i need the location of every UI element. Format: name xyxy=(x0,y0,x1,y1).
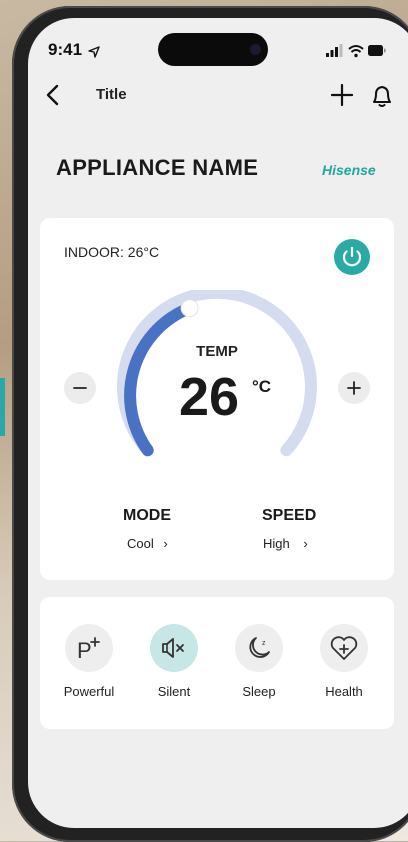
feature-powerful-button[interactable]: P xyxy=(65,624,113,672)
svg-text:z: z xyxy=(262,640,266,647)
svg-text:P: P xyxy=(77,638,92,663)
location-arrow-icon xyxy=(88,46,100,58)
chevron-right-icon: › xyxy=(163,536,168,551)
power-boost-icon: P xyxy=(77,637,100,663)
status-time: 9:41 xyxy=(48,40,83,59)
status-icons xyxy=(326,44,386,58)
bell-icon[interactable] xyxy=(371,84,393,108)
mode-label: MODE xyxy=(123,507,171,524)
decrease-temp-button[interactable] xyxy=(64,372,96,404)
background-accent xyxy=(0,378,5,436)
heart-plus-icon xyxy=(330,636,358,660)
feature-health-button[interactable] xyxy=(320,624,368,672)
indoor-temperature: INDOOR: 26°C xyxy=(64,244,160,260)
speaker-mute-icon xyxy=(162,638,184,658)
page-title: Title xyxy=(96,86,127,103)
increase-temp-button[interactable] xyxy=(338,372,370,404)
speed-selector[interactable]: High › xyxy=(263,536,308,551)
add-icon[interactable] xyxy=(331,84,353,106)
wifi-icon xyxy=(348,45,364,58)
camera-dot xyxy=(250,44,261,55)
mode-selector[interactable]: Cool › xyxy=(127,536,168,551)
feature-silent-button[interactable] xyxy=(150,624,198,672)
chevron-right-icon: › xyxy=(303,536,308,551)
battery-icon xyxy=(368,45,386,56)
back-icon[interactable] xyxy=(44,84,62,106)
speed-label: SPEED xyxy=(262,507,317,524)
temp-unit: °C xyxy=(252,377,272,396)
speed-value: High xyxy=(263,536,290,551)
power-button[interactable] xyxy=(334,239,370,275)
brand-logo: Hisense xyxy=(322,162,376,178)
mode-value: Cool xyxy=(127,536,154,551)
feature-label-sleep: Sleep xyxy=(242,684,276,699)
feature-sleep-button[interactable]: z xyxy=(235,624,283,672)
plus-icon xyxy=(347,381,361,395)
feature-label-health: Health xyxy=(325,684,363,699)
feature-label-silent: Silent xyxy=(157,684,191,699)
dial-handle xyxy=(180,299,199,318)
signal-icon xyxy=(326,44,343,57)
feature-label-powerful: Powerful xyxy=(63,684,115,699)
temp-label: TEMP xyxy=(196,343,238,360)
power-icon xyxy=(342,246,362,267)
appliance-name: APPLIANCE NAME xyxy=(56,155,259,180)
temp-value: 26 xyxy=(179,367,240,427)
minus-icon xyxy=(73,387,87,389)
moon-icon: z xyxy=(249,637,270,658)
